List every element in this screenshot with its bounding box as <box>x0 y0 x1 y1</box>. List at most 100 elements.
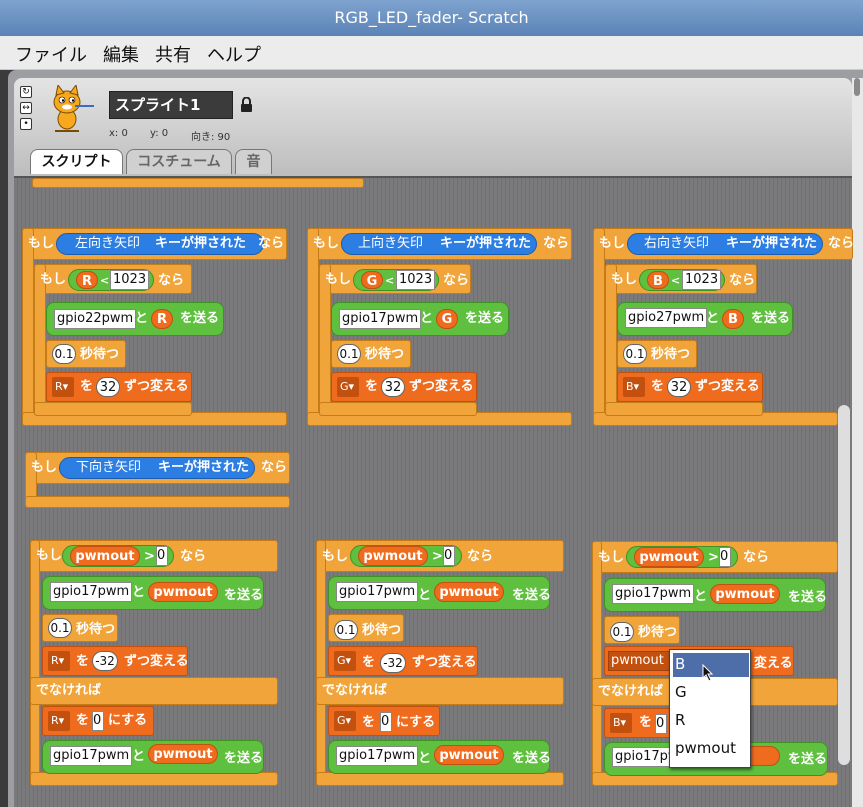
key-name-right[interactable]: 右向き矢印 <box>644 236 709 252</box>
wait-input[interactable]: 0.1 <box>48 618 72 638</box>
var-pwmout[interactable]: pwmout <box>70 546 140 566</box>
if-label: もし <box>599 236 626 251</box>
tab-sounds[interactable]: 音 <box>235 149 272 174</box>
var-g[interactable]: G <box>436 309 458 329</box>
dropdown-item-pwmout[interactable]: pwmout <box>675 739 736 757</box>
rotate-lr-icon[interactable]: ↔ <box>20 102 32 114</box>
if-else-block-2-arm[interactable] <box>316 540 326 786</box>
dropdown-item-b[interactable]: B <box>675 655 685 673</box>
var-b[interactable]: B <box>647 271 669 289</box>
wait-input[interactable]: 0.1 <box>623 344 647 364</box>
no-rotate-icon[interactable]: • <box>20 118 32 130</box>
var-r[interactable]: R <box>151 309 173 329</box>
scripts-scrollbar-thumb[interactable] <box>838 405 850 765</box>
zero-input[interactable]: 0 <box>719 547 731 567</box>
var-pwmout[interactable]: pwmout <box>148 582 218 602</box>
menu-share[interactable]: 共有 <box>155 41 191 67</box>
var-dropdown[interactable]: R▾ <box>52 377 74 397</box>
if-label: もし <box>28 236 55 251</box>
if-block-up-arm[interactable] <box>307 228 319 426</box>
limit-input[interactable]: 1023 <box>110 270 150 290</box>
var-dropdown[interactable]: R▾ <box>48 711 70 731</box>
if-block-b-end[interactable] <box>605 402 763 416</box>
key-name-left[interactable]: 左向き矢印 <box>75 236 140 252</box>
window-scrollbar-thumb[interactable] <box>854 78 860 96</box>
var-dropdown[interactable]: B▾ <box>610 713 632 733</box>
limit-input[interactable]: 1023 <box>396 270 436 290</box>
var-pwmout[interactable]: pwmout <box>710 584 780 604</box>
change-label: ずつ変える <box>124 379 189 394</box>
var-dropdown[interactable]: G▾ <box>334 651 356 671</box>
if-block-down-end[interactable] <box>25 496 290 508</box>
send-name-input[interactable]: gpio17pwm <box>50 582 133 602</box>
mouse-cursor-icon <box>702 664 714 682</box>
limit-input[interactable]: 1023 <box>682 270 722 290</box>
var-g[interactable]: G <box>361 271 383 289</box>
send-name-input[interactable]: gpio17pwm <box>336 582 419 602</box>
var-dropdown[interactable]: G▾ <box>337 377 359 397</box>
if-block-right-arm[interactable] <box>593 228 605 426</box>
send-label: を送る <box>512 751 552 766</box>
var-pwmout[interactable]: pwmout <box>434 582 504 602</box>
menu-file[interactable]: ファイル <box>15 41 87 67</box>
set-value-input[interactable]: 0 <box>92 711 104 731</box>
wait-input[interactable]: 0.1 <box>334 620 358 640</box>
var-pwmout[interactable]: pwmout <box>634 547 704 567</box>
window-scrollbar[interactable] <box>852 78 863 807</box>
sprite-direction: 向き: 90 <box>191 132 231 143</box>
var-pwmout[interactable]: pwmout <box>148 744 218 764</box>
dropdown-item-g[interactable]: G <box>675 683 687 701</box>
send-name-input[interactable]: gpio17pwm <box>336 746 419 766</box>
if-label: もし <box>313 236 340 251</box>
partial-block-top[interactable] <box>32 178 364 188</box>
send-name-input[interactable]: gpio22pwm <box>54 309 137 329</box>
var-pwmout[interactable]: pwmout <box>358 546 428 566</box>
rotate-any-icon[interactable]: ↻ <box>20 86 32 98</box>
if-label: もし <box>598 550 625 565</box>
tab-scripts[interactable]: スクリプト <box>30 149 123 174</box>
var-dropdown[interactable]: B▾ <box>623 377 645 397</box>
set-value-input[interactable]: 0 <box>380 712 392 732</box>
zero-input[interactable]: 0 <box>443 546 455 566</box>
var-pwmout[interactable]: pwmout <box>434 745 504 765</box>
send-name-input[interactable]: gpio17pwm <box>50 746 133 766</box>
if-label: もし <box>31 460 58 475</box>
send-name-input[interactable]: gpio17pwm <box>339 309 422 329</box>
menu-edit[interactable]: 編集 <box>103 41 139 67</box>
step-input[interactable]: -32 <box>92 651 118 671</box>
key-name-down[interactable]: 下向き矢印 <box>76 460 141 476</box>
if-block-left-arm[interactable] <box>22 228 34 426</box>
send-name-input[interactable]: gpio17pwm <box>612 584 695 604</box>
sprite-name-field[interactable]: スプライト1 <box>109 91 233 119</box>
var-b[interactable]: B <box>722 309 744 329</box>
tab-costumes[interactable]: コスチューム <box>126 149 232 174</box>
wait-input[interactable]: 0.1 <box>337 344 361 364</box>
if-block-r-end[interactable] <box>34 402 192 416</box>
wait-input[interactable]: 0.1 <box>52 344 76 364</box>
set-value-input[interactable]: 0 <box>655 714 667 734</box>
send-name-input[interactable]: gpio27pwm <box>625 308 708 328</box>
if-else-block-2-end[interactable] <box>316 772 564 786</box>
set-label: にする <box>108 713 148 728</box>
if-block-g-end[interactable] <box>319 402 477 416</box>
var-r[interactable]: R <box>76 271 98 289</box>
step-input[interactable]: 32 <box>381 377 405 397</box>
lock-icon[interactable] <box>241 97 252 112</box>
var-dropdown[interactable]: R▾ <box>48 651 70 671</box>
wait-input[interactable]: 0.1 <box>610 622 634 642</box>
if-else-block-3-arm[interactable] <box>592 541 602 786</box>
and-label: と <box>420 311 434 326</box>
dropdown-item-r[interactable]: R <box>675 711 685 729</box>
if-else-block-1-arm[interactable] <box>30 540 40 786</box>
step-input[interactable]: 32 <box>96 377 120 397</box>
step-input[interactable]: 32 <box>667 377 691 397</box>
zero-input[interactable]: 0 <box>156 546 168 566</box>
if-else-block-1-end[interactable] <box>30 772 278 786</box>
menu-help[interactable]: ヘルプ <box>207 41 261 67</box>
window-title: RGB_LED_fader- Scratch <box>0 0 863 36</box>
var-dropdown[interactable]: G▾ <box>334 711 356 731</box>
gt-label: > <box>708 550 719 565</box>
key-name-up[interactable]: 上向き矢印 <box>358 236 423 252</box>
step-input[interactable]: -32 <box>380 653 406 673</box>
var-dropdown-open[interactable]: pwmout <box>608 651 670 671</box>
